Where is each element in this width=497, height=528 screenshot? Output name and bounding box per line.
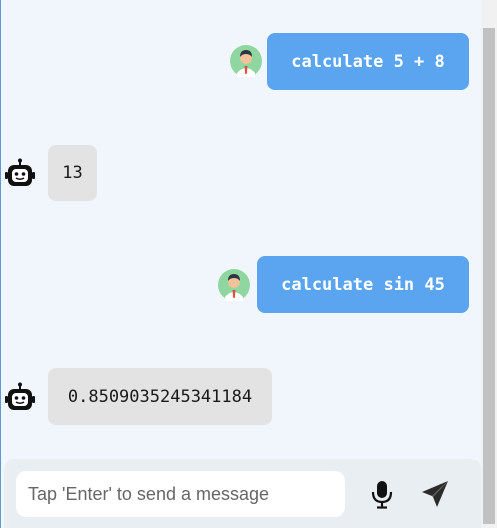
microphone-icon[interactable] — [368, 479, 396, 509]
user-message-bubble: calculate sin 45 — [257, 256, 469, 313]
robot-icon — [5, 382, 35, 410]
user-avatar-icon — [230, 45, 262, 77]
bot-message-bubble: 13 — [48, 145, 97, 201]
message-user: calculate sin 45 — [1, 250, 481, 320]
robot-icon — [5, 158, 35, 186]
message-input-bar — [4, 459, 481, 528]
scrollbar-thumb[interactable] — [483, 28, 495, 524]
message-input[interactable] — [16, 471, 345, 517]
user-avatar-icon — [218, 269, 250, 301]
message-bot: 0.8509035245341184 — [1, 360, 481, 430]
scrollbar[interactable] — [481, 0, 497, 528]
user-message-bubble: calculate 5 + 8 — [267, 33, 469, 90]
bot-message-bubble: 0.8509035245341184 — [48, 368, 272, 425]
message-user: calculate 5 + 8 — [1, 0, 481, 100]
message-bot: 13 — [1, 140, 481, 210]
chat-window: calculate 5 + 8 13 calculate sin 45 0.85… — [0, 0, 481, 528]
paper-plane-icon[interactable] — [420, 479, 450, 509]
